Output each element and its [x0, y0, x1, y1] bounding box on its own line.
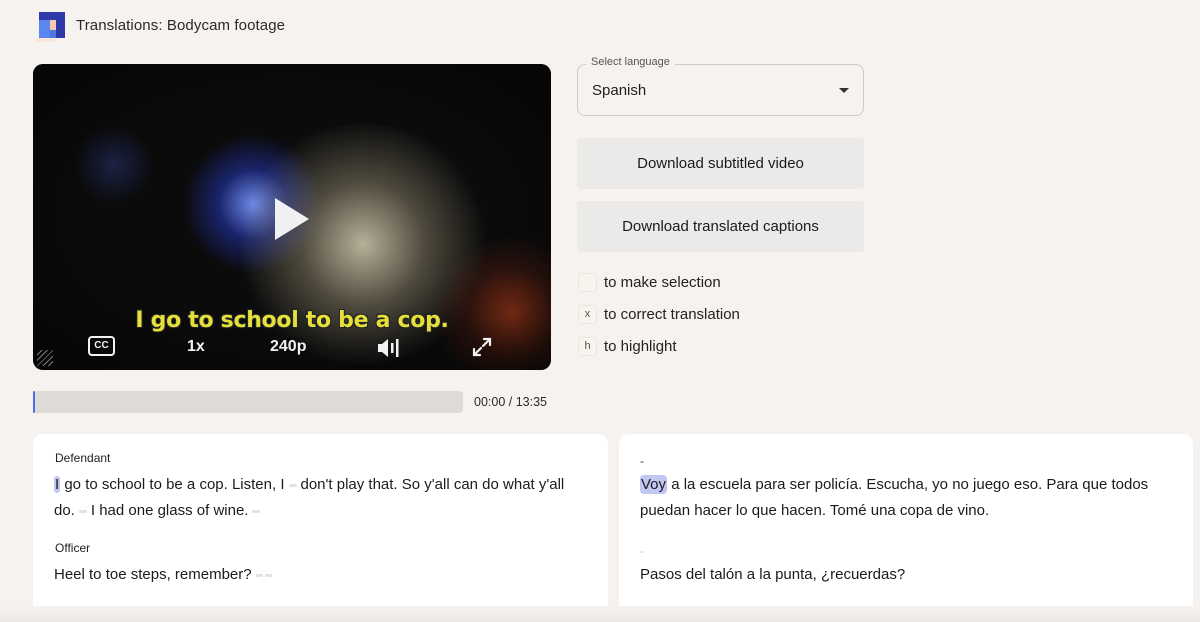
hint-highlight: h to highlight — [578, 337, 677, 356]
hint-text: to correct translation — [604, 306, 740, 323]
translated-transcript-panel: - Voy a la escuela para ser policía. Esc… — [619, 434, 1193, 606]
key-badge: h — [578, 337, 597, 356]
video-subtitle: I go to school to be a cop. — [135, 308, 449, 333]
segment-text[interactable]: Pasos del talón a la punta, ¿recuerdas? — [640, 566, 905, 583]
pause-marker — [252, 509, 261, 513]
segment-text[interactable]: I had one glass of wine. — [91, 502, 249, 519]
closed-captions-button[interactable]: CC — [88, 336, 115, 356]
speaker-label: Defendant — [55, 451, 111, 465]
segment-text[interactable]: a la escuela para ser policía. Escucha, … — [640, 476, 1148, 519]
translation-segment[interactable]: Voy a la escuela para ser policía. Escuc… — [640, 472, 1173, 524]
speaker-label: - — [640, 454, 644, 468]
segment-text[interactable]: go to school to be a cop. Listen, I — [64, 476, 284, 493]
language-select[interactable]: Select language Spanish — [577, 56, 864, 116]
video-controls: CC 1x 240p — [33, 334, 551, 364]
pause-marker — [288, 483, 297, 487]
selected-word[interactable]: I — [54, 476, 61, 493]
download-subtitled-video-button[interactable]: Download subtitled video — [577, 138, 864, 189]
hint-text: to highlight — [604, 338, 677, 355]
key-badge — [578, 273, 597, 292]
original-transcript-panel: Defendant I go to school to be a cop. Li… — [33, 434, 608, 606]
volume-icon[interactable] — [377, 337, 401, 364]
quality-button[interactable]: 240p — [270, 338, 306, 356]
page-title: Translations: Bodycam footage — [76, 16, 286, 34]
playback-speed-button[interactable]: 1x — [187, 338, 205, 356]
selected-word[interactable]: Voy — [640, 475, 668, 494]
transcript-segment[interactable]: Heel to toe steps, remember? — [54, 562, 588, 588]
pause-marker — [255, 573, 272, 577]
translation-segment[interactable]: Pasos del talón a la punta, ¿recuerdas? — [640, 562, 1173, 588]
caret-down-icon — [839, 88, 849, 93]
download-translated-captions-button[interactable]: Download translated captions — [577, 201, 864, 252]
page-bottom-fade — [0, 606, 1200, 622]
speaker-label: - — [640, 544, 644, 558]
transcript-segment[interactable]: I go to school to be a cop. Listen, Idon… — [54, 472, 588, 524]
video-player[interactable]: I go to school to be a cop. CC 1x 240p — [33, 64, 551, 370]
hint-make-selection: to make selection — [578, 273, 721, 292]
language-select-value: Spanish — [592, 82, 647, 99]
expand-icon[interactable] — [471, 336, 493, 363]
play-icon[interactable] — [275, 198, 309, 240]
pause-marker — [78, 509, 87, 513]
key-badge: x — [578, 305, 597, 324]
progress-fill — [33, 391, 35, 413]
language-select-label: Select language — [586, 56, 675, 68]
app-header: Translations: Bodycam footage — [36, 10, 286, 42]
app-logo-icon — [36, 10, 66, 42]
speaker-label: Officer — [55, 541, 91, 555]
time-readout: 00:00 / 13:35 — [474, 395, 547, 409]
segment-text[interactable]: Heel to toe steps, remember? — [54, 566, 252, 583]
hint-text: to make selection — [604, 274, 721, 291]
video-progress-bar[interactable] — [33, 391, 463, 413]
hint-correct-translation: x to correct translation — [578, 305, 740, 324]
resize-handle-icon — [37, 350, 53, 366]
